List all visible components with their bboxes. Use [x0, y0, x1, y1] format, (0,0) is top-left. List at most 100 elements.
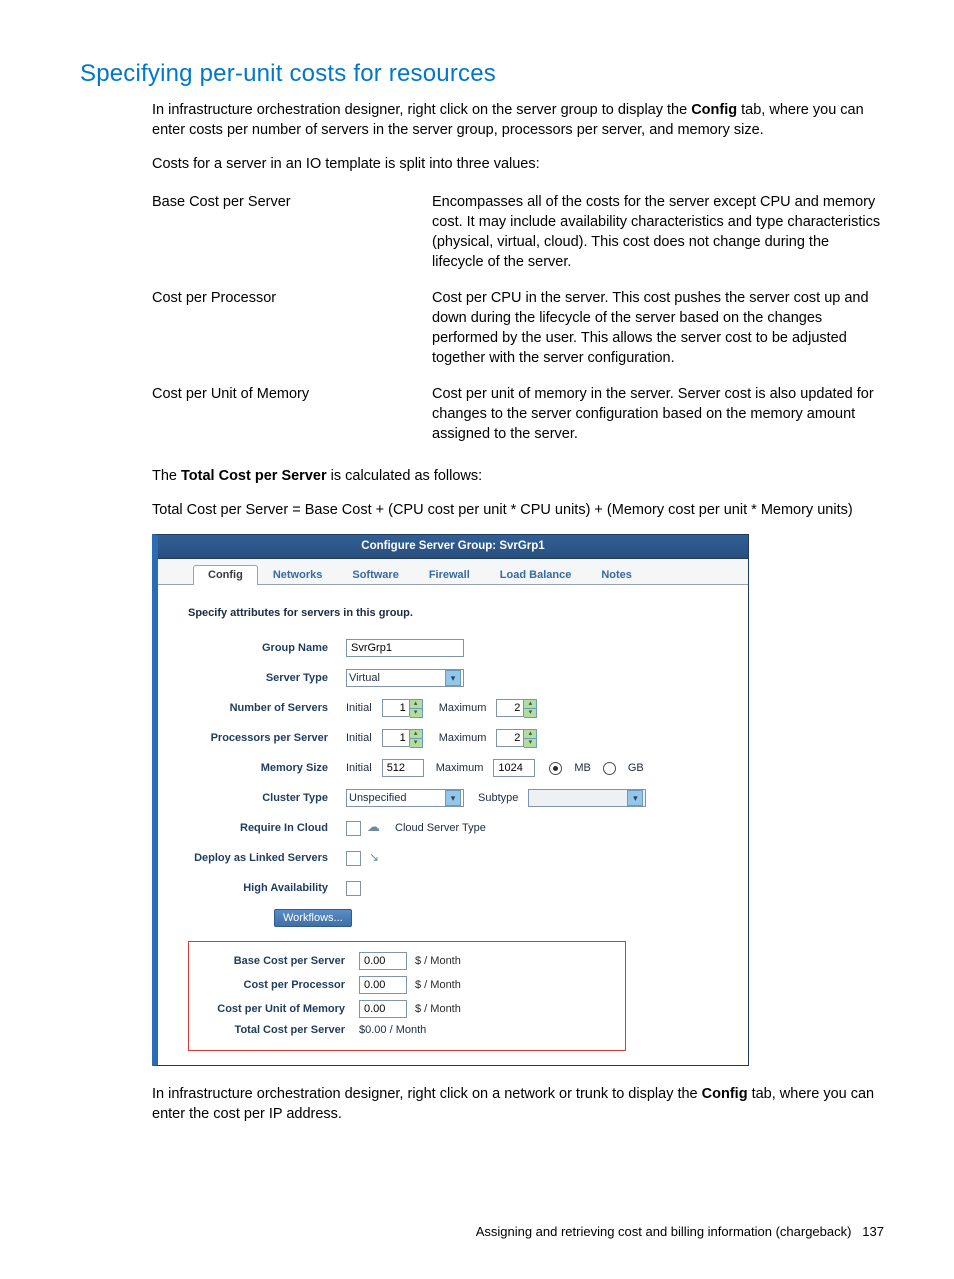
formula: Total Cost per Server = Base Cost + (CPU… — [152, 500, 884, 520]
group-name-input[interactable] — [346, 639, 464, 657]
chevron-down-icon: ▾ — [627, 790, 643, 806]
require-cloud-checkbox[interactable] — [346, 821, 361, 836]
definition-term: Base Cost per Server — [152, 188, 432, 284]
base-cost-label: Base Cost per Server — [197, 955, 359, 967]
total-cost-intro: The Total Cost per Server is calculated … — [152, 466, 884, 486]
text: In infrastructure orchestration designer… — [152, 102, 691, 118]
initial-label: Initial — [346, 762, 376, 774]
num-servers-max-stepper[interactable]: ▴▾ — [496, 699, 537, 718]
dialog-body: Specify attributes for servers in this g… — [158, 585, 748, 1065]
gb-label: GB — [628, 762, 644, 774]
mem-cost-label: Cost per Unit of Memory — [197, 1003, 359, 1015]
tab-software[interactable]: Software — [337, 565, 413, 585]
cluster-value: Unspecified — [349, 792, 406, 804]
cost-unit: $ / Month — [415, 979, 461, 991]
total-cost-value: $0.00 / Month — [359, 1024, 426, 1036]
definition-row: Cost per Processor Cost per CPU in the s… — [152, 284, 884, 380]
text: In infrastructure orchestration designer… — [152, 1086, 702, 1102]
spin-up-icon[interactable]: ▴ — [524, 700, 536, 708]
spin-down-icon[interactable]: ▾ — [410, 708, 422, 717]
server-type-label: Server Type — [188, 672, 346, 684]
spin-up-icon[interactable]: ▴ — [524, 730, 536, 738]
group-name-label: Group Name — [188, 642, 346, 654]
memory-label: Memory Size — [188, 762, 346, 774]
dialog-tabs: Config Networks Software Firewall Load B… — [158, 559, 748, 585]
definition-term: Cost per Processor — [152, 284, 432, 380]
num-servers-max-input[interactable] — [496, 699, 524, 717]
tab-notes[interactable]: Notes — [586, 565, 647, 585]
definition-desc: Cost per unit of memory in the server. S… — [432, 380, 884, 456]
ha-label: High Availability — [188, 882, 346, 894]
section-heading: Specifying per-unit costs for resources — [10, 60, 884, 88]
definition-row: Base Cost per Server Encompasses all of … — [152, 188, 884, 284]
definition-term: Cost per Unit of Memory — [152, 380, 432, 456]
maximum-label: Maximum — [439, 702, 491, 714]
subtype-label: Subtype — [478, 792, 522, 804]
maximum-label: Maximum — [439, 732, 491, 744]
ha-checkbox[interactable] — [346, 881, 361, 896]
subtype-select[interactable]: ▾ — [528, 789, 646, 807]
processors-label: Processors per Server — [188, 732, 346, 744]
tab-networks[interactable]: Networks — [258, 565, 338, 585]
cost-unit: $ / Month — [415, 1003, 461, 1015]
mb-radio[interactable] — [549, 762, 562, 775]
page-number: 137 — [862, 1224, 884, 1239]
config-bold: Config — [691, 102, 737, 118]
link-icon — [367, 851, 383, 865]
chevron-down-icon: ▾ — [445, 790, 461, 806]
definition-row: Cost per Unit of Memory Cost per unit of… — [152, 380, 884, 456]
text: The — [152, 468, 181, 484]
workflows-button[interactable]: Workflows... — [274, 909, 352, 927]
config-bold: Config — [702, 1086, 748, 1102]
tab-config[interactable]: Config — [193, 565, 258, 585]
proc-cost-input[interactable] — [359, 976, 407, 994]
text: is calculated as follows: — [327, 468, 483, 484]
tab-firewall[interactable]: Firewall — [414, 565, 485, 585]
proc-max-stepper[interactable]: ▴▾ — [496, 729, 537, 748]
maximum-label: Maximum — [436, 762, 488, 774]
mem-cost-input[interactable] — [359, 1000, 407, 1018]
num-servers-initial-stepper[interactable]: ▴▾ — [382, 699, 423, 718]
intro-paragraph-1: In infrastructure orchestration designer… — [152, 100, 884, 140]
total-cost-label: Total Cost per Server — [197, 1024, 359, 1036]
definitions-table: Base Cost per Server Encompasses all of … — [152, 188, 884, 456]
initial-label: Initial — [346, 702, 376, 714]
definition-desc: Cost per CPU in the server. This cost pu… — [432, 284, 884, 380]
cluster-select[interactable]: Unspecified ▾ — [346, 789, 464, 807]
footer-text: Assigning and retrieving cost and billin… — [476, 1224, 852, 1239]
proc-cost-label: Cost per Processor — [197, 979, 359, 991]
mem-initial-input[interactable] — [382, 759, 424, 777]
mb-label: MB — [574, 762, 591, 774]
base-cost-input[interactable] — [359, 952, 407, 970]
mem-max-input[interactable] — [493, 759, 535, 777]
spin-down-icon[interactable]: ▾ — [410, 738, 422, 747]
cloud-icon — [367, 821, 383, 835]
cost-section: Base Cost per Server $ / Month Cost per … — [188, 941, 626, 1051]
deploy-linked-label: Deploy as Linked Servers — [188, 852, 346, 864]
cost-unit: $ / Month — [415, 955, 461, 967]
spin-down-icon[interactable]: ▾ — [524, 738, 536, 747]
proc-max-input[interactable] — [496, 729, 524, 747]
cluster-label: Cluster Type — [188, 792, 346, 804]
definition-desc: Encompasses all of the costs for the ser… — [432, 188, 884, 284]
server-type-select[interactable]: Virtual ▾ — [346, 669, 464, 687]
config-dialog: Configure Server Group: SvrGrp1 Config N… — [152, 534, 749, 1066]
proc-initial-input[interactable] — [382, 729, 410, 747]
specify-text: Specify attributes for servers in this g… — [188, 607, 728, 619]
num-servers-initial-input[interactable] — [382, 699, 410, 717]
require-cloud-label: Require In Cloud — [188, 822, 346, 834]
cloud-server-type-label: Cloud Server Type — [395, 822, 486, 834]
proc-initial-stepper[interactable]: ▴▾ — [382, 729, 423, 748]
spin-up-icon[interactable]: ▴ — [410, 730, 422, 738]
spin-up-icon[interactable]: ▴ — [410, 700, 422, 708]
spin-down-icon[interactable]: ▾ — [524, 708, 536, 717]
gb-radio[interactable] — [603, 762, 616, 775]
tab-load-balance[interactable]: Load Balance — [485, 565, 587, 585]
deploy-linked-checkbox[interactable] — [346, 851, 361, 866]
num-servers-label: Number of Servers — [188, 702, 346, 714]
dialog-title: Configure Server Group: SvrGrp1 — [158, 535, 748, 559]
chevron-down-icon: ▾ — [445, 670, 461, 686]
page-footer: Assigning and retrieving cost and billin… — [80, 1224, 884, 1239]
intro-paragraph-2: Costs for a server in an IO template is … — [152, 154, 884, 174]
total-cost-bold: Total Cost per Server — [181, 468, 327, 484]
